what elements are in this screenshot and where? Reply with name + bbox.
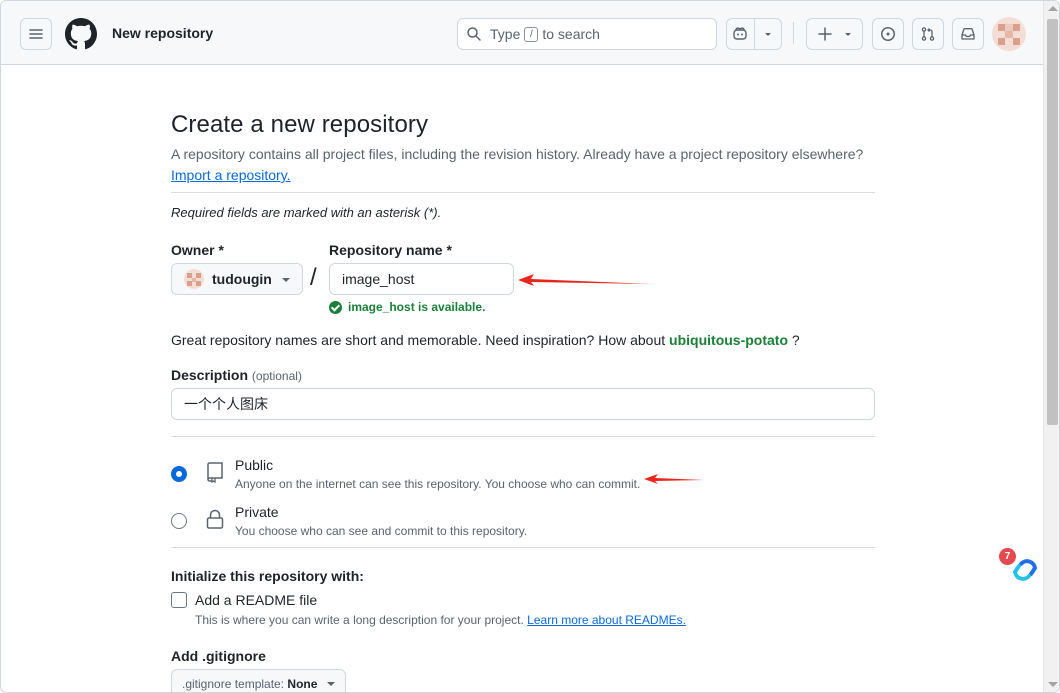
public-title[interactable]: Public bbox=[235, 457, 273, 473]
inbox-icon bbox=[961, 28, 975, 40]
context-title[interactable]: New repository bbox=[112, 25, 213, 41]
global-header: New repository Type / to search bbox=[1, 1, 1043, 65]
copilot-menu-button[interactable] bbox=[754, 19, 781, 49]
import-repository-link[interactable]: Import a repository. bbox=[171, 167, 291, 183]
owner-repo-separator: / bbox=[310, 264, 317, 291]
public-description: Anyone on the internet can see this repo… bbox=[235, 477, 641, 491]
check-circle-icon bbox=[329, 300, 342, 314]
annotation-arrow-icon bbox=[644, 474, 704, 484]
page-title: Create a new repository bbox=[171, 111, 429, 138]
github-logo-icon[interactable] bbox=[65, 18, 97, 50]
caret-down-icon bbox=[282, 278, 290, 282]
scroll-down-arrow-icon[interactable] bbox=[1048, 682, 1058, 687]
name-hint-suffix: ? bbox=[791, 332, 800, 348]
pull-request-icon bbox=[921, 27, 935, 41]
availability-text: image_host is available. bbox=[348, 300, 486, 314]
user-avatar[interactable] bbox=[992, 17, 1026, 51]
inbox-button[interactable] bbox=[952, 18, 984, 50]
public-radio[interactable] bbox=[171, 466, 187, 482]
optional-tag: (optional) bbox=[251, 369, 302, 383]
readme-learn-more-link[interactable]: Learn more about READMEs. bbox=[527, 613, 686, 627]
repo-icon bbox=[207, 462, 223, 483]
private-radio[interactable] bbox=[171, 513, 187, 529]
search-shortcut-key: / bbox=[524, 26, 539, 42]
repository-name-label: Repository name * bbox=[329, 242, 452, 258]
annotation-arrow-icon bbox=[518, 274, 651, 286]
divider bbox=[171, 547, 875, 548]
private-title[interactable]: Private bbox=[235, 504, 279, 520]
search-placeholder-suffix: to search bbox=[542, 26, 600, 42]
owner-dropdown[interactable]: tudougin bbox=[171, 263, 303, 295]
copilot-button[interactable] bbox=[727, 19, 754, 49]
repository-name-input[interactable]: image_host bbox=[329, 263, 514, 295]
search-input[interactable]: Type / to search bbox=[457, 18, 717, 50]
divider bbox=[171, 436, 875, 437]
gitignore-title: Add .gitignore bbox=[171, 648, 266, 664]
scrollbar-thumb[interactable] bbox=[1047, 19, 1058, 425]
issues-icon bbox=[881, 27, 895, 41]
description-label-text: Description bbox=[171, 367, 249, 383]
name-hint: Great repository names are short and mem… bbox=[171, 332, 800, 348]
plus-icon bbox=[817, 27, 832, 41]
owner-avatar bbox=[184, 269, 204, 289]
search-icon bbox=[467, 27, 481, 41]
required-fields-note: Required fields are marked with an aster… bbox=[171, 205, 442, 220]
gitignore-prefix: .gitignore template: bbox=[182, 677, 285, 691]
copilot-button-group bbox=[726, 18, 782, 50]
availability-status: image_host is available. bbox=[329, 300, 485, 314]
description-label: Description (optional) bbox=[171, 367, 302, 383]
menu-button[interactable] bbox=[20, 18, 52, 50]
readme-checkbox[interactable] bbox=[171, 592, 187, 608]
search-placeholder-prefix: Type bbox=[490, 26, 521, 42]
readme-description-text: This is where you can write a long descr… bbox=[195, 613, 524, 627]
hamburger-icon bbox=[29, 29, 43, 39]
divider bbox=[171, 192, 875, 193]
pull-requests-button[interactable] bbox=[912, 18, 944, 50]
gitignore-template-dropdown[interactable]: .gitignore template: None bbox=[171, 669, 346, 692]
scroll-up-arrow-icon[interactable] bbox=[1048, 6, 1058, 11]
name-hint-text: Great repository names are short and mem… bbox=[171, 332, 666, 348]
owner-label: Owner * bbox=[171, 242, 224, 258]
readme-label[interactable]: Add a README file bbox=[195, 592, 317, 608]
browser-frame: New repository Type / to search Create a… bbox=[0, 0, 1060, 693]
owner-name: tudougin bbox=[212, 271, 272, 287]
initialize-title: Initialize this repository with: bbox=[171, 568, 364, 584]
create-new-button[interactable] bbox=[806, 18, 863, 50]
triangle-down-icon bbox=[844, 33, 851, 36]
header-divider bbox=[793, 22, 794, 44]
triangle-down-icon bbox=[764, 33, 771, 36]
lock-icon bbox=[206, 509, 224, 529]
issues-button[interactable] bbox=[872, 18, 904, 50]
copilot-icon bbox=[733, 27, 747, 40]
page-subtitle: A repository contains all project files,… bbox=[171, 146, 864, 162]
caret-down-icon bbox=[327, 682, 335, 686]
private-description: You choose who can see and commit to thi… bbox=[235, 524, 528, 538]
gitignore-value: None bbox=[287, 677, 318, 691]
description-input[interactable]: 一个个人图床 bbox=[171, 388, 875, 420]
name-suggestion[interactable]: ubiquitous-potato bbox=[669, 332, 788, 348]
notification-badge: 7 bbox=[999, 548, 1016, 565]
vertical-scrollbar[interactable] bbox=[1043, 1, 1059, 692]
readme-description: This is where you can write a long descr… bbox=[195, 613, 686, 627]
